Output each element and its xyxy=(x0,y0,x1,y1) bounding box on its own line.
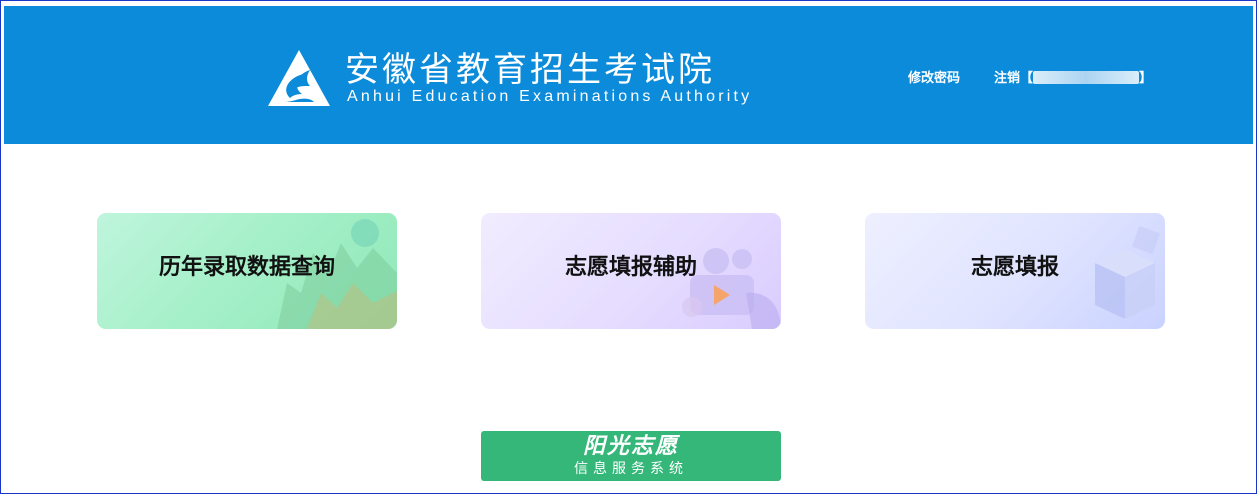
banner-title: 阳光志愿 xyxy=(582,434,679,459)
card-label: 历年录取数据查询 xyxy=(158,255,335,280)
page-frame: 安徽省教育招生考试院 Anhui Education Examinations … xyxy=(0,0,1257,494)
logo-icon xyxy=(268,50,330,106)
banner-subtitle: 信息服务系统 xyxy=(574,461,688,477)
logout-bracket: 】 xyxy=(1139,71,1153,86)
application-assist-card[interactable]: 志愿填报辅助 xyxy=(481,213,781,329)
admission-history-card[interactable]: 历年录取数据查询 xyxy=(97,213,397,329)
logout-link[interactable]: 注销【 】 xyxy=(994,70,1152,88)
application-fill-card[interactable]: 志愿填报 xyxy=(865,213,1165,329)
change-password-link[interactable]: 修改密码 xyxy=(908,70,960,88)
header-bar: 安徽省教育招生考试院 Anhui Education Examinations … xyxy=(4,6,1253,144)
card-label: 志愿填报 xyxy=(970,255,1059,280)
logout-label: 注销【 xyxy=(994,71,1034,86)
username-redacted xyxy=(1033,71,1140,84)
sunshine-application-banner[interactable]: 阳光志愿 信息服务系统 xyxy=(481,431,781,481)
brand-title-cn: 安徽省教育招生考试院 xyxy=(345,50,715,90)
brand-title-en: Anhui Education Examinations Authority xyxy=(347,88,753,105)
card-label: 志愿填报辅助 xyxy=(564,255,697,280)
